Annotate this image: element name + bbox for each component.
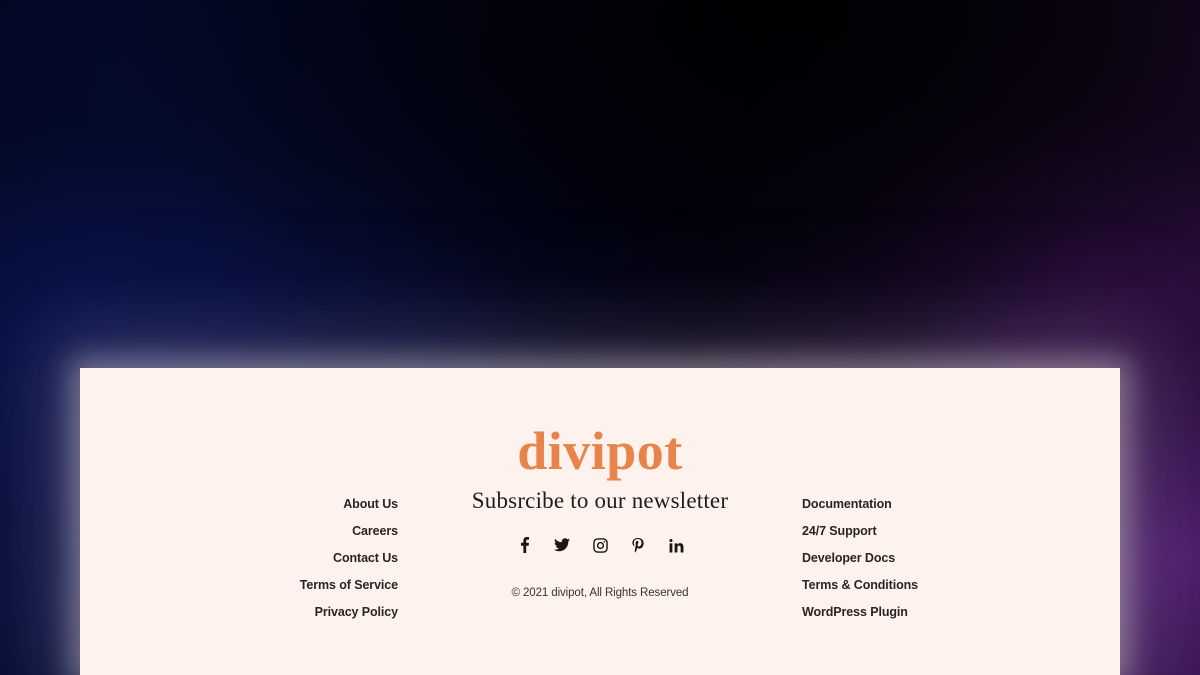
pinterest-icon[interactable] [630,537,646,553]
facebook-icon[interactable] [516,537,532,554]
footer-card: divipot About Us Careers Contact Us Term… [80,368,1120,675]
footer-nav-left: About Us Careers Contact Us Terms of Ser… [148,488,398,620]
footer-link-about-us[interactable]: About Us [148,497,398,512]
footer-nav-right: Documentation 24/7 Support Developer Doc… [802,488,1052,620]
footer-link-privacy-policy[interactable]: Privacy Policy [148,605,398,620]
linkedin-icon[interactable] [668,537,684,553]
footer-link-wordpress-plugin[interactable]: WordPress Plugin [802,605,1052,620]
footer-columns: About Us Careers Contact Us Terms of Ser… [80,488,1120,620]
footer-link-documentation[interactable]: Documentation [802,497,1052,512]
footer-center-column: Subsrcibe to our newsletter © 2021 divip… [398,488,802,599]
footer-link-contact-us[interactable]: Contact Us [148,551,398,566]
social-links-row [398,537,802,554]
page-root: divipot About Us Careers Contact Us Term… [0,0,1200,675]
brand-logo[interactable]: divipot [80,424,1120,478]
twitter-icon[interactable] [554,537,570,553]
footer-link-developer-docs[interactable]: Developer Docs [802,551,1052,566]
footer-card-inner: divipot About Us Careers Contact Us Term… [80,368,1120,675]
footer-link-terms-of-service[interactable]: Terms of Service [148,578,398,593]
copyright-text: © 2021 divipot, All Rights Reserved [511,587,689,600]
footer-link-terms-conditions[interactable]: Terms & Conditions [802,578,1052,593]
instagram-icon[interactable] [592,537,608,553]
newsletter-heading: Subsrcibe to our newsletter [471,488,729,513]
footer-link-247-support[interactable]: 24/7 Support [802,524,1052,539]
footer-link-careers[interactable]: Careers [148,524,398,539]
